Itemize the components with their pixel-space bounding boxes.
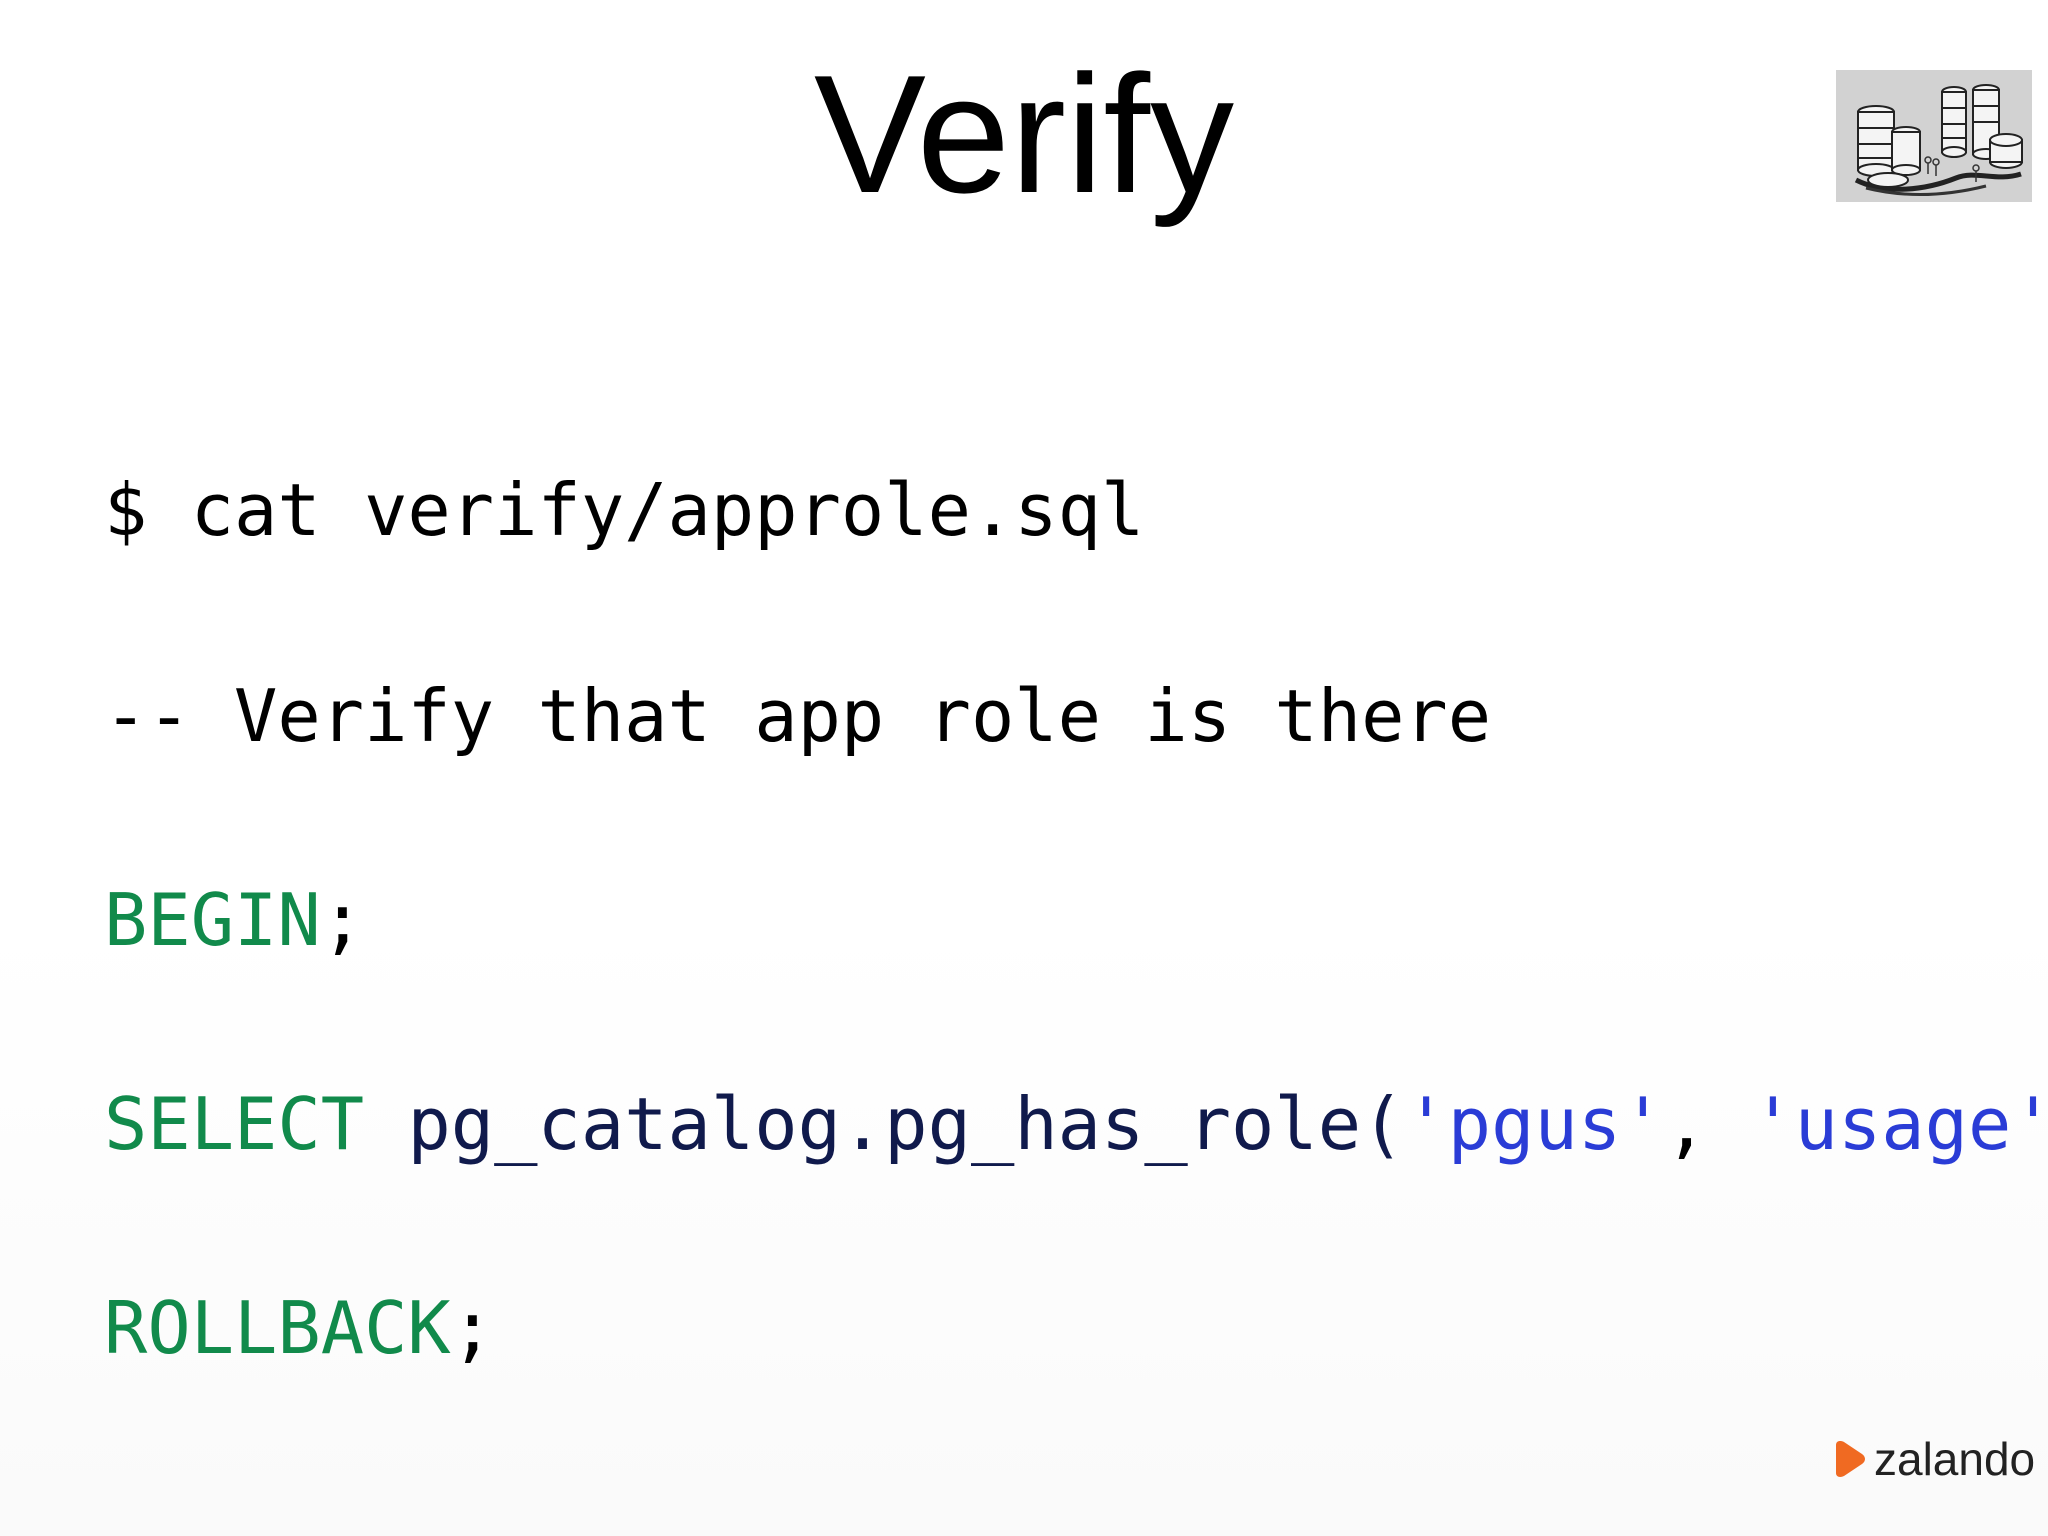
zalando-logo-icon — [1836, 1441, 1865, 1477]
code-line-comment: -- Verify that app role is there — [104, 674, 1492, 758]
zalando-logo: zalando — [1832, 1432, 2035, 1486]
function-call: pg_catalog.pg_has_role( — [407, 1082, 1405, 1166]
logo-text: zalando — [1874, 1433, 2036, 1485]
code-line-begin: BEGIN; — [104, 884, 364, 956]
database-illustration-icon — [1836, 70, 2032, 202]
string-arg-role: 'pgus' — [1404, 1082, 1665, 1166]
argument-separator: , — [1664, 1082, 1752, 1166]
keyword-begin: BEGIN — [104, 878, 321, 962]
semicolon: ; — [450, 1286, 495, 1370]
slide-title: Verify — [813, 40, 1235, 228]
code-line-command: $ cat verify/approle.sql — [104, 468, 1145, 552]
string-arg-privilege: 'usage' — [1751, 1082, 2048, 1166]
keyword-select: SELECT — [104, 1082, 365, 1166]
semicolon: ; — [320, 878, 365, 962]
keyword-rollback: ROLLBACK — [104, 1286, 451, 1370]
code-line-select: SELECT pg_catalog.pg_has_role('pgus', 'u… — [104, 1088, 2048, 1160]
code-line-rollback: ROLLBACK; — [104, 1292, 494, 1364]
slide: Verify $ cat verify/approle.sql -- Verif… — [0, 0, 2048, 1536]
